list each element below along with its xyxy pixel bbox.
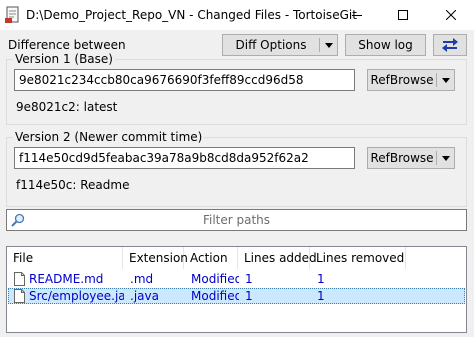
chevron-down-icon: [442, 155, 450, 161]
minimize-button[interactable]: [334, 0, 380, 30]
maximize-button[interactable]: [380, 0, 426, 30]
file-name: README.md: [29, 272, 104, 286]
table-row[interactable]: Src/employee.java .java Modified 1 1: [8, 288, 465, 304]
window-title: D:\Demo_Project_Repo_VN - Changed Files …: [26, 8, 357, 22]
version1-hash-input[interactable]: 9e8021c234ccb80ca9676690f3feff89ccd96d58: [14, 69, 355, 91]
file-action: Modified: [191, 272, 239, 286]
chevron-down-icon: [325, 42, 333, 48]
column-header-action[interactable]: Action: [184, 247, 238, 269]
version2-hash-input[interactable]: f114e50cd9d5feabac39a78a9b8cd8da952f62a2: [14, 147, 355, 169]
file-extension: .md: [130, 272, 154, 286]
version1-refbrowse-button[interactable]: RefBrowse: [367, 69, 455, 91]
file-extension: .java: [130, 289, 159, 303]
file-name: Src/employee.java: [29, 289, 124, 303]
dialog-body: Difference between Diff Options Show log…: [0, 30, 474, 337]
maximize-icon: [398, 10, 408, 20]
swap-versions-button[interactable]: [433, 34, 467, 56]
file-action: Modified: [191, 289, 239, 303]
lines-added: 1: [245, 289, 253, 303]
version1-legend: Version 1 (Base): [13, 52, 115, 66]
lines-removed: 1: [317, 289, 325, 303]
column-header-extension[interactable]: Extension: [123, 247, 188, 269]
chevron-down-icon: [442, 77, 450, 83]
changed-files-list[interactable]: File Extension Action Lines added Lines …: [6, 246, 467, 333]
column-header-lines-removed[interactable]: Lines removed: [310, 247, 406, 269]
diff-options-button[interactable]: Diff Options: [222, 34, 338, 56]
file-icon: [14, 272, 25, 286]
version1-refbrowse-label: RefBrowse: [370, 73, 434, 87]
difference-label: Difference between: [8, 38, 126, 52]
version2-legend: Version 2 (Newer commit time): [13, 130, 205, 144]
lines-removed: 1: [317, 272, 325, 286]
minimize-icon: [352, 15, 362, 16]
version1-refbrowse-dropdown[interactable]: [437, 70, 455, 90]
app-icon: [5, 6, 19, 23]
version2-refbrowse-dropdown[interactable]: [437, 148, 455, 168]
column-header-lines-added[interactable]: Lines added: [238, 247, 317, 269]
version2-refbrowse-button[interactable]: RefBrowse: [367, 147, 455, 169]
show-log-button[interactable]: Show log: [345, 34, 426, 56]
version2-description: f114e50c: Readme: [16, 178, 130, 192]
title-bar: D:\Demo_Project_Repo_VN - Changed Files …: [0, 0, 474, 30]
filter-placeholder: Filter paths: [202, 213, 271, 227]
lines-added: 1: [245, 272, 253, 286]
file-icon: [14, 289, 25, 303]
version1-description: 9e8021c2: latest: [16, 100, 118, 114]
close-icon: [446, 10, 456, 20]
swap-arrows-icon: [442, 38, 458, 52]
diff-options-label: Diff Options: [235, 38, 307, 52]
column-header-file[interactable]: File: [7, 247, 123, 269]
diff-options-dropdown[interactable]: [320, 35, 338, 55]
version2-refbrowse-label: RefBrowse: [370, 151, 434, 165]
table-row[interactable]: README.md .md Modified 1 1: [8, 271, 465, 287]
close-button[interactable]: [428, 0, 474, 30]
filter-paths-input[interactable]: Filter paths: [6, 209, 467, 231]
